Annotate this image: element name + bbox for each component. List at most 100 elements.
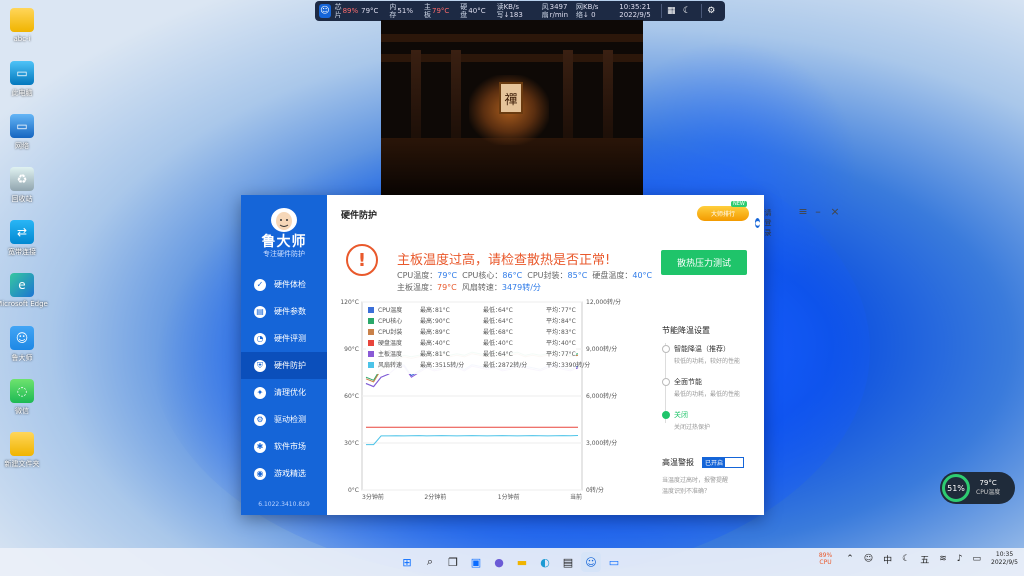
close-button[interactable]: × bbox=[829, 205, 841, 218]
ime-chinese[interactable]: 中 bbox=[883, 553, 892, 566]
file-explorer-icon[interactable]: ▬ bbox=[512, 552, 532, 572]
desktop-icons: abc-i ▭ 此电脑 ▭ 网络 ♻ 回收站 ⇄ 宽带连接 e Microsoft Edge ☺ 鲁大师… bbox=[0, 4, 48, 481]
option-label: 全面节能 bbox=[674, 378, 702, 386]
taskbar-clock[interactable]: 10:35 2022/9/5 bbox=[991, 551, 1018, 567]
disk-temp: 40°C bbox=[468, 7, 486, 15]
legend-swatch bbox=[368, 329, 374, 335]
store-icon[interactable]: ▤ bbox=[558, 552, 578, 572]
alarm-toggle[interactable]: 已开启 bbox=[702, 457, 744, 468]
stress-test-button[interactable]: 散热压力测试 bbox=[661, 250, 747, 275]
minimize-button[interactable]: – bbox=[812, 205, 824, 218]
window-icon[interactable]: ▭ bbox=[604, 552, 624, 572]
network-icon: ▭ bbox=[10, 114, 34, 138]
radio-button[interactable] bbox=[662, 345, 670, 353]
sidebar-item[interactable]: ▤ 硬件参数 bbox=[241, 298, 327, 325]
radio-button[interactable] bbox=[662, 411, 670, 419]
cooling-option[interactable]: 关闭 关闭过热保护 bbox=[662, 410, 762, 431]
legend-max: 40°C bbox=[435, 340, 450, 347]
desktop-icon-label: 鲁大师 bbox=[11, 354, 33, 362]
monitor-clock: 10:35:21 2022/9/5 bbox=[619, 3, 651, 19]
moon-icon[interactable]: ☾ bbox=[681, 4, 693, 18]
app-brand-sub: 专注硬件防护 bbox=[263, 250, 305, 258]
tray-ludashi-icon[interactable]: ☺ bbox=[864, 554, 873, 564]
legend-swatch bbox=[368, 340, 374, 346]
sidebar-item-label: 清理优化 bbox=[274, 388, 306, 397]
sidebar-item-label: 硬件防护 bbox=[274, 361, 306, 370]
legend-max: 81°C bbox=[435, 307, 450, 314]
grid-icon[interactable]: ▦ bbox=[666, 4, 678, 18]
app-version: 6.1022.3410.829 bbox=[258, 501, 310, 508]
desktop-icon[interactable]: e Microsoft Edge bbox=[0, 269, 48, 322]
settings-icon[interactable]: ⚙ bbox=[705, 4, 717, 18]
game-icon: ◉ bbox=[254, 467, 266, 480]
sidebar-item[interactable]: ✓ 硬件体检 bbox=[241, 271, 327, 298]
ludashi-logo-icon bbox=[271, 208, 297, 232]
legend-min: 64°C bbox=[498, 351, 513, 358]
y-right-tick-label: 6,000转/分 bbox=[586, 392, 617, 400]
desktop-icon[interactable]: ☺ 鲁大师 bbox=[2, 322, 42, 375]
hardware-monitor-bar: ☺ 芯片 89% 79°C 内存 51% 主板 79°C 硬盘 40°C 读写 … bbox=[315, 0, 725, 27]
desktop-icon-label: 网络 bbox=[15, 142, 29, 150]
sidebar-item[interactable]: ✱ 软件市场 bbox=[241, 433, 327, 460]
sidebar-item[interactable]: ◔ 硬件评测 bbox=[241, 325, 327, 352]
cooling-option[interactable]: 智能降温（推荐） 较低的功耗，较好的性能 bbox=[662, 344, 762, 365]
computer-icon: ▭ bbox=[10, 61, 34, 85]
task-view-icon[interactable]: ❐ bbox=[443, 552, 463, 572]
taskbar-apps: ⊞ ⌕ ❐ ▣ ● ▬ ◐ ▤ ☺ ▭ bbox=[397, 552, 627, 572]
wifi-icon[interactable]: ≋ bbox=[939, 554, 947, 564]
desktop-icon-label: 此电脑 bbox=[11, 89, 33, 97]
desktop-icon-label: 回收站 bbox=[11, 195, 33, 203]
legend-min: 2872转/分 bbox=[498, 361, 527, 369]
sidebar-item[interactable]: ⚙ 驱动检测 bbox=[241, 406, 327, 433]
cooling-option[interactable]: 全面节能 最低的功耗，最低的性能 bbox=[662, 377, 762, 398]
sidebar-item[interactable]: ✦ 清理优化 bbox=[241, 379, 327, 406]
desktop-icon[interactable]: ▭ 此电脑 bbox=[2, 57, 42, 110]
login-button[interactable]: ● 请登录 bbox=[755, 208, 776, 238]
edge-icon[interactable]: ◐ bbox=[535, 552, 555, 572]
ludashi-taskbar-icon[interactable]: ☺ bbox=[581, 552, 601, 572]
widgets-icon[interactable]: ▣ bbox=[466, 552, 486, 572]
legend-avg: 83°C bbox=[561, 329, 576, 336]
game-window[interactable]: 禪 bbox=[381, 20, 643, 195]
desktop-icon[interactable]: ⇄ 宽带连接 bbox=[2, 216, 42, 269]
y-left-tick-label: 0°C bbox=[348, 487, 359, 494]
tray-chevron-icon[interactable]: ⌃ bbox=[846, 554, 854, 564]
legend-name: CPU核心 bbox=[378, 317, 402, 325]
chat-icon[interactable]: ● bbox=[489, 552, 509, 572]
rank-button[interactable]: 大师排行 bbox=[697, 206, 749, 221]
x-tick-label: 3分钟前 bbox=[362, 493, 384, 501]
battery-icon[interactable]: ▭ bbox=[973, 554, 982, 564]
tray-moon-icon[interactable]: ☾ bbox=[902, 554, 910, 564]
board-temp: 79°C bbox=[431, 7, 450, 15]
ludashi-icon[interactable]: ☺ bbox=[319, 4, 331, 18]
legend-avg: 84°C bbox=[561, 318, 576, 325]
cpu-temp-widget[interactable]: 51% 79°C CPU温度 bbox=[940, 472, 1015, 504]
legend-min: 64°C bbox=[498, 307, 513, 314]
menu-icon[interactable]: ≡ bbox=[797, 205, 809, 218]
wechat-icon: ◌ bbox=[10, 379, 34, 403]
desktop-icon[interactable]: 新建文件夹 bbox=[2, 428, 42, 481]
legend-name: CPU温度 bbox=[378, 306, 402, 314]
ime-wubi[interactable]: 五 bbox=[920, 553, 929, 566]
temp-inaccurate-link[interactable]: 温度识别不准确？ bbox=[662, 486, 762, 497]
tray-cpu[interactable]: 89% CPU bbox=[819, 552, 832, 566]
desktop-icon[interactable]: ▭ 网络 bbox=[2, 110, 42, 163]
desktop-icon[interactable]: abc-i bbox=[2, 4, 42, 57]
y-right-tick-label: 0转/分 bbox=[586, 486, 604, 494]
sidebar-item[interactable]: ◉ 游戏精选 bbox=[241, 460, 327, 487]
legend-name: CPU封装 bbox=[378, 328, 402, 336]
x-tick-label: 2分钟前 bbox=[424, 493, 446, 501]
user-icon: ● bbox=[755, 218, 761, 228]
windows-start-icon[interactable]: ⊞ bbox=[397, 552, 417, 572]
legend-avg: 77°C bbox=[561, 307, 576, 314]
recycle-bin-icon: ♻ bbox=[10, 167, 34, 191]
desktop-icon[interactable]: ♻ 回收站 bbox=[2, 163, 42, 216]
desktop-icon-label: Microsoft Edge bbox=[0, 300, 48, 308]
search-icon[interactable]: ⌕ bbox=[420, 552, 440, 572]
radio-button[interactable] bbox=[662, 378, 670, 386]
volume-icon[interactable]: ♪ bbox=[957, 554, 963, 564]
desktop-icon[interactable]: ◌ 微信 bbox=[2, 375, 42, 428]
sidebar-item[interactable]: ⛨ 硬件防护 bbox=[241, 352, 327, 379]
broadband-icon: ⇄ bbox=[10, 220, 34, 244]
cpu-usage: 89% bbox=[342, 7, 359, 15]
